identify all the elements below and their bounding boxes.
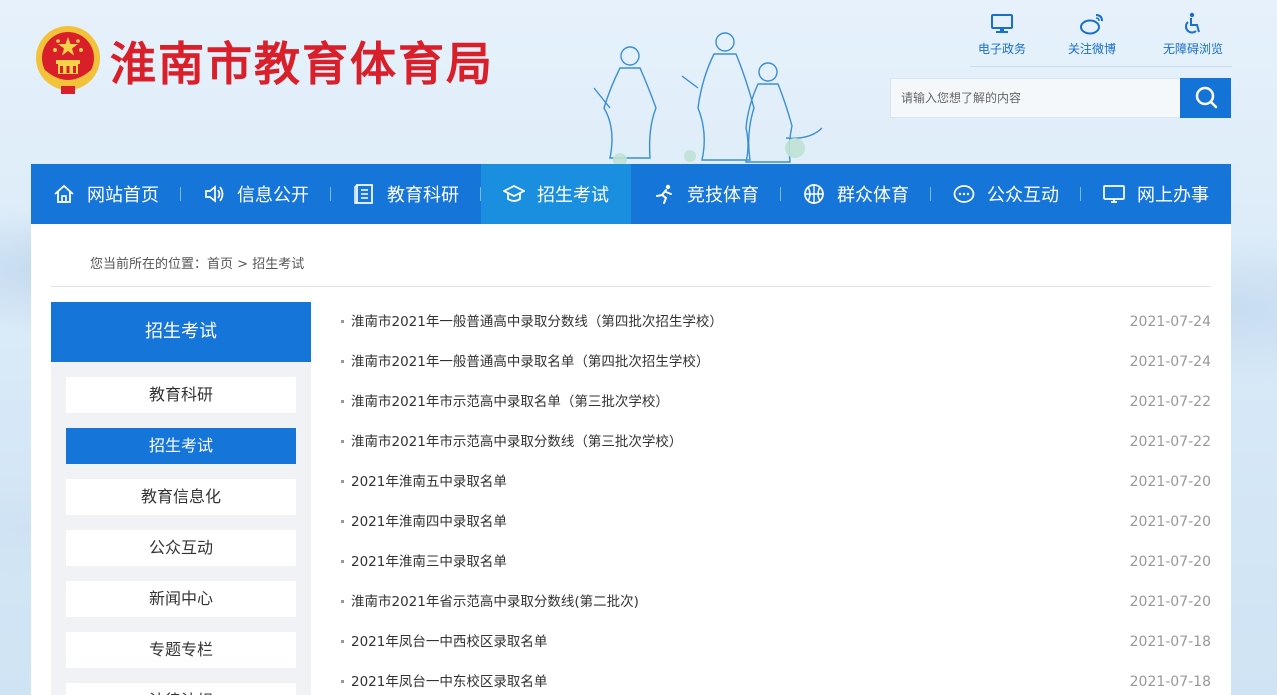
news-title-link[interactable]: 淮南市2021年一般普通高中录取名单（第四批次招生学校） (351, 342, 709, 382)
quick-link-label: 关注微博 (1067, 42, 1116, 56)
chat-icon (953, 185, 975, 203)
quick-link-weibo[interactable]: 关注微博 (1052, 12, 1132, 57)
confucian-figures-illustration (593, 32, 823, 167)
breadcrumb-home-link[interactable]: 首页 (207, 257, 233, 272)
breadcrumb-prefix: 您当前所在的位置： (90, 257, 208, 272)
nav-item-online-services[interactable]: 网上办事 (1081, 164, 1231, 224)
sidebar: 招生考试 教育科研 招生考试 教育信息化 公众互动 新闻中心 专题专栏 法律法规 (51, 302, 311, 695)
breadcrumb-separator: > (233, 257, 253, 272)
search-input[interactable] (891, 79, 1181, 117)
nav-label: 竞技体育 (687, 185, 759, 206)
weibo-icon (1080, 14, 1103, 35)
sidebar-item-laws[interactable]: 法律法规 (66, 683, 296, 695)
search-icon (1195, 86, 1217, 108)
search-button[interactable] (1180, 78, 1231, 118)
news-title-link[interactable]: 2021年凤台一中西校区录取名单 (351, 622, 547, 662)
news-title-link[interactable]: 2021年淮南五中录取名单 (351, 462, 507, 502)
quick-link-accessibility[interactable]: 无障碍浏览 (1153, 12, 1233, 57)
news-date: 2021-07-22 (1129, 394, 1211, 410)
list-item: 淮南市2021年省示范高中录取分数线(第二批次) 2021-07-20 (341, 582, 1211, 622)
quick-links: 电子政务 关注微博 无障碍浏览 (970, 12, 1232, 67)
news-title-link[interactable]: 淮南市2021年一般普通高中录取分数线（第四批次招生学校） (351, 302, 723, 342)
list-bullet (341, 480, 344, 483)
nav-item-info-disclosure[interactable]: 信息公开 (181, 164, 331, 224)
sidebar-item-admissions[interactable]: 招生考试 (66, 428, 296, 464)
list-item: 淮南市2021年市示范高中录取名单（第三批次学校） 2021-07-22 (341, 382, 1211, 422)
speaker-icon (205, 185, 224, 203)
monitor-icon (991, 14, 1013, 33)
nav-item-public-sports[interactable]: 群众体育 (781, 164, 931, 224)
list-item: 2021年淮南四中录取名单 2021-07-20 (341, 502, 1211, 542)
nav-item-admissions[interactable]: 招生考试 (481, 164, 631, 224)
list-bullet (341, 400, 344, 403)
nav-label: 群众体育 (837, 185, 909, 206)
list-bullet (341, 440, 344, 443)
nav-item-home[interactable]: 网站首页 (31, 164, 181, 224)
news-list: 淮南市2021年一般普通高中录取分数线（第四批次招生学校） 2021-07-24… (341, 302, 1211, 695)
accessibility-icon (1185, 12, 1200, 34)
news-date: 2021-07-20 (1129, 594, 1211, 610)
quick-link-egov[interactable]: 电子政务 (962, 12, 1042, 57)
news-title-link[interactable]: 淮南市2021年省示范高中录取分数线(第二批次) (351, 582, 639, 622)
runner-icon (656, 184, 672, 204)
book-icon (354, 184, 373, 204)
home-icon (54, 184, 74, 203)
nav-label: 教育科研 (387, 185, 459, 206)
list-item: 2021年淮南五中录取名单 2021-07-20 (341, 462, 1211, 502)
nav-item-research[interactable]: 教育科研 (331, 164, 481, 224)
news-date: 2021-07-20 (1129, 554, 1211, 570)
list-bullet (341, 520, 344, 523)
sidebar-item-interaction[interactable]: 公众互动 (66, 530, 296, 566)
news-title-link[interactable]: 淮南市2021年市示范高中录取分数线（第三批次学校） (351, 422, 682, 462)
basketball-icon (804, 184, 824, 204)
quick-link-label: 无障碍浏览 (1162, 42, 1223, 56)
nav-item-competitive-sports[interactable]: 竞技体育 (631, 164, 781, 224)
list-item: 2021年凤台一中西校区录取名单 2021-07-18 (341, 622, 1211, 662)
news-date: 2021-07-24 (1129, 354, 1211, 370)
nav-label: 网上办事 (1137, 185, 1209, 206)
sidebar-item-news-center[interactable]: 新闻中心 (66, 581, 296, 617)
breadcrumb-current[interactable]: 招生考试 (252, 257, 304, 272)
site-title: 淮南市教育体育局 (110, 37, 494, 91)
computer-icon (1103, 185, 1125, 203)
nav-label: 公众互动 (987, 185, 1059, 206)
graduation-cap-icon (503, 185, 525, 202)
news-title-link[interactable]: 2021年淮南四中录取名单 (351, 502, 507, 542)
sidebar-item-research[interactable]: 教育科研 (66, 377, 296, 413)
main-nav: 网站首页 信息公开 教育科研 招生考试 竞技体育 群众体育 公众互动 网上办事 (31, 164, 1231, 224)
list-item: 2021年凤台一中东校区录取名单 2021-07-18 (341, 662, 1211, 695)
national-emblem-logo (36, 26, 100, 94)
sidebar-item-informatization[interactable]: 教育信息化 (66, 479, 296, 515)
content-panel: 您当前所在的位置：首页 > 招生考试 招生考试 教育科研 招生考试 教育信息化 … (31, 224, 1231, 695)
nav-label: 招生考试 (537, 185, 609, 206)
list-item: 淮南市2021年一般普通高中录取名单（第四批次招生学校） 2021-07-24 (341, 342, 1211, 382)
list-item: 淮南市2021年一般普通高中录取分数线（第四批次招生学校） 2021-07-24 (341, 302, 1211, 342)
nav-item-interaction[interactable]: 公众互动 (931, 164, 1081, 224)
news-title-link[interactable]: 淮南市2021年市示范高中录取名单（第三批次学校） (351, 382, 669, 422)
list-bullet (341, 600, 344, 603)
search-box (890, 78, 1231, 118)
list-bullet (341, 640, 344, 643)
nav-label: 网站首页 (87, 185, 159, 206)
news-date: 2021-07-20 (1129, 514, 1211, 530)
sidebar-title: 招生考试 (51, 302, 311, 362)
news-date: 2021-07-22 (1129, 434, 1211, 450)
list-item: 淮南市2021年市示范高中录取分数线（第三批次学校） 2021-07-22 (341, 422, 1211, 462)
news-date: 2021-07-18 (1129, 674, 1211, 690)
nav-label: 信息公开 (237, 185, 309, 206)
news-title-link[interactable]: 2021年凤台一中东校区录取名单 (351, 662, 547, 695)
list-bullet (341, 680, 344, 683)
list-bullet (341, 320, 344, 323)
news-date: 2021-07-18 (1129, 634, 1211, 650)
list-bullet (341, 560, 344, 563)
breadcrumb: 您当前所在的位置：首页 > 招生考试 (51, 224, 1211, 287)
news-date: 2021-07-24 (1129, 314, 1211, 330)
list-item: 2021年淮南三中录取名单 2021-07-20 (341, 542, 1211, 582)
news-title-link[interactable]: 2021年淮南三中录取名单 (351, 542, 507, 582)
news-date: 2021-07-20 (1129, 474, 1211, 490)
sidebar-item-special-topics[interactable]: 专题专栏 (66, 632, 296, 668)
list-bullet (341, 360, 344, 363)
quick-link-label: 电子政务 (977, 42, 1026, 56)
